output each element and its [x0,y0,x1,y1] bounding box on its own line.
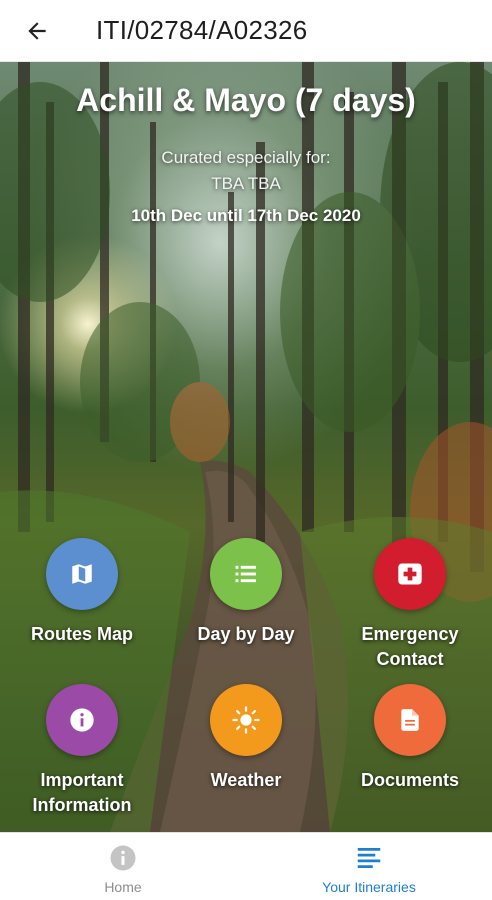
day-by-day-button[interactable] [210,538,282,610]
info-icon [110,845,136,871]
day-by-day-label: Day by Day [197,624,295,644]
routes-map-label: Routes Map [30,624,133,644]
info-icon [70,708,94,732]
arrow-left-icon [28,21,46,40]
important-information-label: Important Information [32,770,132,815]
itinerary-title: Achill & Mayo (7 days) [76,82,416,118]
nav-home-label: Home [104,879,142,895]
day-by-day-tile[interactable]: Day by Day [164,538,328,647]
first-aid-icon [398,563,422,585]
app-bar: ITI/02784/A02326 [0,0,492,62]
list-icon [357,848,381,868]
trip-dates: 10th Dec until 17th Dec 2020 [131,206,361,225]
emergency-contact-label: Emergency Contact [361,624,459,669]
weather-label: Weather [210,770,282,790]
back-button[interactable] [14,8,60,54]
routes-map-button[interactable] [46,538,118,610]
curated-for-label: Curated especially for: [161,148,331,167]
nav-your-itineraries[interactable]: Your Itineraries [246,833,492,900]
guest-name: TBA TBA [211,174,281,193]
hero-background: Achill & Mayo (7 days) Curated especiall… [0,62,492,832]
documents-tile[interactable]: Documents [328,684,492,793]
nav-your-itineraries-label: Your Itineraries [322,879,416,895]
routes-map-tile[interactable]: Routes Map [0,538,164,647]
document-icon [401,709,419,731]
nav-home[interactable]: Home [0,833,246,900]
sun-icon [232,706,260,734]
documents-label: Documents [360,770,459,790]
emergency-contact-tile[interactable]: Emergency Contact [328,538,492,672]
emergency-contact-button[interactable] [374,538,446,610]
weather-button[interactable] [210,684,282,756]
itinerary-reference-title: ITI/02784/A02326 [96,15,308,45]
weather-tile[interactable]: Weather [164,684,328,793]
documents-button[interactable] [374,684,446,756]
map-icon [72,564,92,584]
list-icon [235,565,256,583]
important-information-tile[interactable]: Important Information [0,684,164,818]
bottom-navigation: Home Your Itineraries [0,832,492,900]
important-information-button[interactable] [46,684,118,756]
